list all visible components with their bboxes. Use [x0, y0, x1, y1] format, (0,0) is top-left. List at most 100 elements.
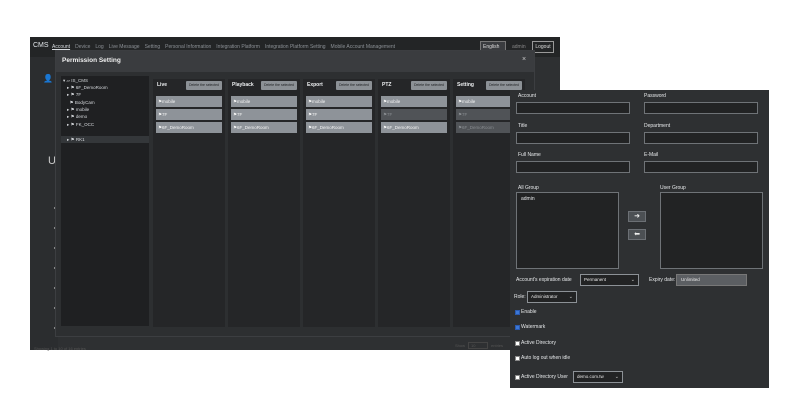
move-left-button[interactable]: ⬅	[628, 229, 646, 240]
delete-selected-button[interactable]: Delete the selected	[261, 81, 297, 90]
ad-user-domain-select[interactable]: demo.com.tw ⌄	[573, 371, 623, 383]
expiry-date-field[interactable]: Unlimited	[676, 274, 747, 286]
flag-icon: ⚑	[70, 114, 75, 119]
dialog-title: Permission Setting	[56, 51, 534, 72]
delete-selected-button[interactable]: Delete the selected	[336, 81, 372, 90]
title-input[interactable]	[516, 132, 630, 144]
expiration-label: Account's expiration date	[516, 277, 572, 283]
role-label: Role:	[514, 294, 526, 300]
list-item[interactable]: ⚑7F	[156, 109, 222, 120]
list-item[interactable]: ⚑7F	[381, 109, 447, 120]
list-item-label: 7F	[312, 112, 318, 117]
list-item-label: 7F	[237, 112, 243, 117]
column-title: Playback	[232, 82, 254, 88]
password-input[interactable]	[644, 102, 758, 114]
expiration-value: Permanent	[584, 277, 607, 282]
move-right-button[interactable]: ➜	[628, 211, 646, 222]
account-label: Account	[518, 93, 537, 99]
tree-node[interactable]: ▸ ⚑ 6F_DemoRoom	[67, 85, 108, 91]
expand-icon[interactable]: ▸	[67, 92, 69, 97]
tree-node-selected[interactable]: ▸ ⚑ RK1	[67, 137, 85, 143]
department-input[interactable]	[644, 132, 758, 144]
list-item-label: mobile	[387, 99, 401, 104]
list-item[interactable]: ⚑mobile	[381, 96, 447, 107]
close-icon[interactable]: ×	[522, 56, 526, 63]
delete-selected-button[interactable]: Delete the selected	[486, 81, 522, 90]
expand-icon[interactable]: ▸	[67, 122, 69, 127]
account-input[interactable]	[516, 102, 630, 114]
column-header: Live Delete the selected	[153, 79, 225, 92]
list-item-label: 7F	[462, 112, 468, 117]
expand-icon[interactable]	[67, 100, 68, 105]
delete-selected-button[interactable]: Delete the selected	[186, 81, 222, 90]
ad-user-checkbox-row[interactable]: Active Directory User	[515, 374, 568, 380]
logout-button[interactable]: Logout	[532, 41, 554, 53]
enable-checkbox[interactable]	[515, 309, 520, 315]
expand-icon[interactable]: ▸	[67, 114, 69, 119]
list-item-label: 6F_DemoRoom	[462, 125, 494, 130]
title-label: Title	[518, 123, 528, 129]
email-input[interactable]	[644, 161, 758, 173]
active-directory-label: Active Directory	[521, 340, 557, 346]
column-export: Export Delete the selected ⚑mobile ⚑7F ⚑…	[303, 79, 375, 327]
expand-icon[interactable]: ▾	[63, 78, 65, 83]
auto-logout-checkbox[interactable]	[515, 355, 520, 361]
tree-node[interactable]: ▸ ⚑ mobile	[67, 107, 89, 113]
list-item[interactable]: ⚑6F_DemoRoom	[306, 122, 372, 133]
delete-selected-button[interactable]: Delete the selected	[411, 81, 447, 90]
list-item-label: 6F_DemoRoom	[237, 125, 269, 130]
fullname-label: Full Name	[518, 152, 541, 158]
list-item-label: 6F_DemoRoom	[162, 125, 194, 130]
list-item-label: 6F_DemoRoom	[312, 125, 344, 130]
expand-icon[interactable]: ▸	[67, 107, 69, 112]
list-item[interactable]: ⚑7F	[306, 109, 372, 120]
list-item[interactable]: ⚑mobile	[231, 96, 297, 107]
tree-node-label: 7F	[75, 92, 82, 97]
account-form-panel: Account Password Title Department Full N…	[510, 90, 769, 388]
expand-icon[interactable]: ▸	[67, 85, 69, 90]
list-item[interactable]: ⚑6F_DemoRoom	[381, 122, 447, 133]
list-item-label: mobile	[312, 99, 326, 104]
expiration-select[interactable]: Permanent ⌄	[580, 274, 639, 286]
tree-node[interactable]: ⚑ BodyCam	[67, 100, 95, 106]
column-title: Setting	[457, 82, 474, 88]
list-item-label: mobile	[237, 99, 251, 104]
user-group-list[interactable]	[660, 192, 763, 269]
entries-count-select[interactable]: 10	[468, 342, 489, 349]
tree-node[interactable]: ▸ ⚑ 7F	[67, 92, 81, 98]
password-label: Password	[644, 93, 666, 99]
auto-logout-checkbox-row[interactable]: Auto log out when idle	[515, 355, 570, 361]
flag-icon: ⚑	[70, 107, 75, 112]
tree-node-label: IS_CMS	[71, 78, 89, 83]
tree-node-label: FK_OCC	[75, 122, 95, 127]
ad-user-domain-value: demo.com.tw	[577, 374, 604, 379]
active-directory-checkbox[interactable]	[515, 340, 520, 346]
list-item[interactable]: admin	[521, 196, 614, 202]
entries-footer: Showing 1 to 10 of 16 entries	[34, 346, 86, 351]
enable-checkbox-row[interactable]: Enable	[515, 309, 537, 315]
list-item[interactable]: ⚑mobile	[156, 96, 222, 107]
ad-user-checkbox[interactable]	[515, 374, 520, 380]
watermark-checkbox-row[interactable]: Watermark	[515, 324, 545, 330]
tree-node[interactable]: ▸ ⚑ demo	[67, 114, 87, 120]
column-playback: Playback Delete the selected ⚑mobile ⚑7F…	[228, 79, 300, 327]
tree-node-label: demo	[75, 114, 88, 119]
flag-icon: ⚑	[70, 92, 75, 97]
all-group-list[interactable]: admin	[516, 192, 619, 269]
active-directory-checkbox-row[interactable]: Active Directory	[515, 340, 556, 346]
list-item[interactable]: ⚑7F	[231, 109, 297, 120]
fullname-input[interactable]	[516, 161, 630, 173]
role-select[interactable]: Administrator ⌄	[527, 291, 577, 303]
list-item[interactable]: ⚑6F_DemoRoom	[156, 122, 222, 133]
list-item[interactable]: ⚑mobile	[306, 96, 372, 107]
list-item[interactable]: ⚑6F_DemoRoom	[231, 122, 297, 133]
tree-node[interactable]: ▾ ▱ IS_CMS	[63, 78, 88, 84]
auto-logout-label: Auto log out when idle	[521, 355, 571, 361]
column-ptz: PTZ Delete the selected ⚑mobile ⚑7F ⚑6F_…	[378, 79, 450, 327]
expand-icon[interactable]: ▸	[67, 137, 69, 142]
tree-node[interactable]: ▸ ⚑ FK_OCC	[67, 122, 94, 128]
user-icon: 👤	[43, 74, 53, 83]
ad-user-label: Active Directory User	[521, 374, 568, 380]
chevron-down-icon: ⌄	[614, 374, 619, 380]
watermark-checkbox[interactable]	[515, 324, 520, 330]
